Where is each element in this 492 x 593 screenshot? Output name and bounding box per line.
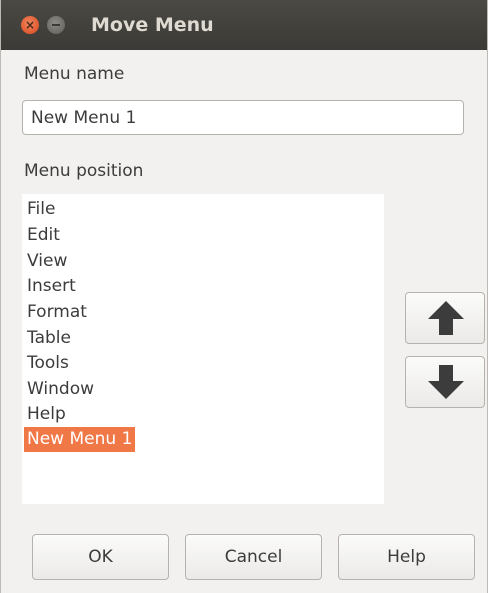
help-button[interactable]: Help xyxy=(338,534,475,580)
menu-list-item-view[interactable]: View xyxy=(24,249,70,274)
ok-button[interactable]: OK xyxy=(32,534,169,580)
window-title: Move Menu xyxy=(91,14,214,36)
menu-name-input[interactable] xyxy=(22,100,464,135)
move-menu-dialog: × Move Menu Menu name Menu position File… xyxy=(0,0,488,593)
title-bar: × Move Menu xyxy=(1,0,487,50)
move-up-button[interactable] xyxy=(405,292,485,344)
menu-name-label: Menu name xyxy=(24,64,125,84)
menu-list-item-help[interactable]: Help xyxy=(24,402,69,427)
close-window-button[interactable]: × xyxy=(21,16,39,34)
arrow-up-icon xyxy=(428,301,464,335)
menu-position-label: Menu position xyxy=(24,161,144,181)
move-down-button[interactable] xyxy=(405,356,485,408)
close-icon: × xyxy=(24,18,36,32)
menu-list-item-table[interactable]: Table xyxy=(24,326,74,351)
cancel-button[interactable]: Cancel xyxy=(185,534,322,580)
menu-list-item-new-menu-selected[interactable]: New Menu 1 xyxy=(24,427,136,452)
menu-list-item-tools[interactable]: Tools xyxy=(24,351,72,376)
minimize-window-button[interactable] xyxy=(47,16,65,34)
menu-list-item-file[interactable]: File xyxy=(24,197,58,222)
menu-list-item-format[interactable]: Format xyxy=(24,300,90,325)
menu-position-list[interactable]: File Edit View Insert Format Table Tools… xyxy=(22,194,384,504)
menu-list-item-edit[interactable]: Edit xyxy=(24,223,63,248)
menu-list-item-insert[interactable]: Insert xyxy=(24,274,79,299)
menu-list-item-window[interactable]: Window xyxy=(24,377,97,402)
arrow-down-icon xyxy=(428,365,464,399)
